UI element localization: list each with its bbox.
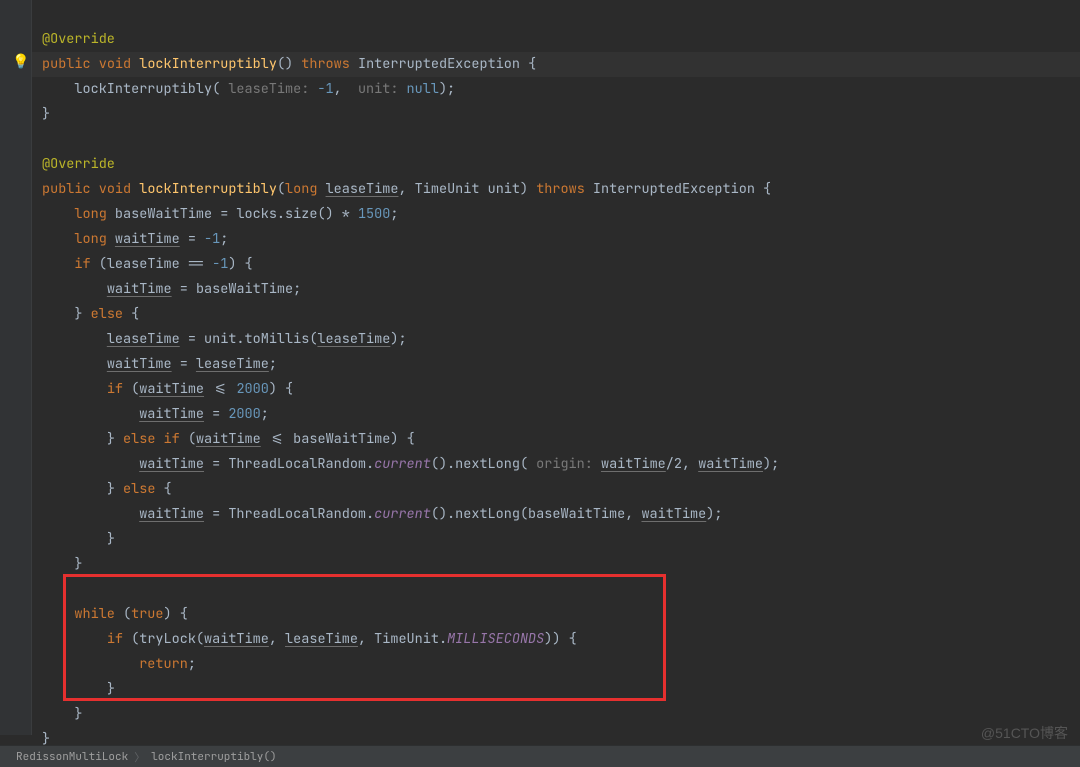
intention-bulb-icon[interactable]: 💡	[12, 53, 29, 71]
method-name: lockInterruptibly	[139, 180, 277, 198]
breadcrumb-item[interactable]: RedissonMultiLock	[10, 750, 134, 764]
watermark-text: @51CTO博客	[981, 723, 1068, 743]
inlay-hint: leaseTime:	[228, 80, 309, 98]
chevron-right-icon: 〉	[134, 749, 145, 765]
breadcrumb-item[interactable]: lockInterruptibly()	[145, 750, 282, 764]
annotation: @Override	[42, 155, 115, 173]
code-editor[interactable]: @Override public void lockInterruptibly(…	[32, 0, 1080, 735]
inlay-hint: unit:	[358, 80, 399, 98]
method-name: lockInterruptibly	[139, 55, 277, 73]
inlay-hint: origin:	[536, 455, 593, 473]
annotation: @Override	[42, 30, 115, 48]
gutter: 💡	[0, 0, 32, 735]
breadcrumbs-bar: RedissonMultiLock 〉 lockInterruptibly()	[0, 745, 1080, 767]
